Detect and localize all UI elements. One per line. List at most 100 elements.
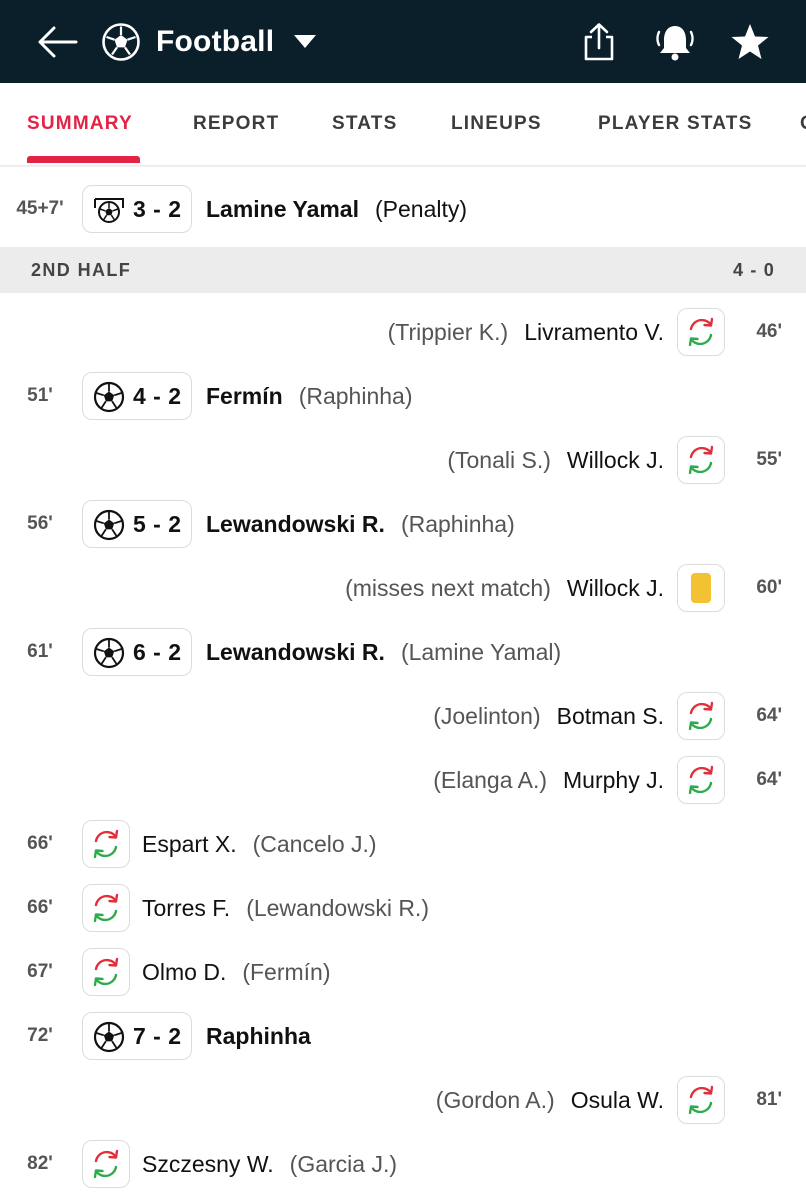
substitution-icon [93, 893, 119, 923]
sub-out-player: (Lewandowski R.) [246, 894, 429, 921]
soccer-ball-icon [102, 22, 140, 61]
event-row[interactable]: 66' Espart X. (Cancelo J.) [0, 812, 806, 876]
event-minute: 55' [756, 449, 782, 470]
event-text: Lewandowski R. (Raphinha) [206, 492, 515, 556]
event-row[interactable]: 72' 7 - 2 Raphinha [0, 1004, 806, 1068]
event-text: Lewandowski R. (Lamine Yamal) [206, 620, 561, 684]
goal-scorer[interactable]: Lewandowski R. [206, 639, 385, 666]
goal-scorer[interactable]: Fermín [206, 383, 283, 410]
substitution-badge [82, 1140, 130, 1188]
substitution-icon [93, 957, 119, 987]
substitution-badge [677, 692, 725, 740]
caret-down-icon [294, 34, 316, 48]
assist-player: (Raphinha) [298, 382, 413, 409]
goal-scorer[interactable]: Lewandowski R. [206, 511, 385, 538]
tab-player-stats[interactable]: PLAYER STATS [598, 83, 752, 165]
event-text: (Tonali S.) Willock J. [447, 428, 664, 492]
soccer-ball-icon [93, 1021, 125, 1053]
sport-title[interactable]: Football [156, 0, 274, 83]
star-icon [731, 23, 769, 59]
sub-in-player[interactable]: Botman S. [557, 703, 664, 730]
goal-score-badge: 3 - 2 [82, 185, 192, 233]
penalty-goal-icon [94, 198, 124, 223]
sub-in-player[interactable]: Willock J. [567, 447, 664, 474]
tab-lineups[interactable]: LINEUPS [451, 83, 542, 165]
event-text: (Trippier K.) Livramento V. [388, 300, 664, 364]
substitution-icon [93, 829, 119, 859]
booked-player[interactable]: Willock J. [567, 575, 664, 602]
sub-out-player: (Cancelo J.) [252, 830, 377, 857]
favorite-button[interactable] [724, 0, 776, 83]
sub-out-player: (Tonali S.) [447, 446, 551, 473]
sub-out-player: (Elanga A.) [433, 766, 548, 793]
event-text: Fermín (Raphinha) [206, 364, 412, 428]
sub-in-player[interactable]: Livramento V. [524, 319, 664, 346]
tab-stats[interactable]: STATS [332, 83, 397, 165]
back-button[interactable] [30, 0, 84, 83]
event-text: Lamine Yamal (Penalty) [206, 177, 467, 241]
match-tabs: SUMMARY REPORT STATS LINEUPS PLAYER STAT… [0, 83, 806, 167]
tab-report[interactable]: REPORT [193, 83, 279, 165]
substitution-badge [82, 948, 130, 996]
goal-score: 3 - 2 [133, 195, 182, 222]
sub-in-player[interactable]: Osula W. [571, 1087, 664, 1114]
event-row[interactable]: 56' 5 - 2 Lewandowski R. (Raphinha) [0, 492, 806, 556]
event-minute: 66' [27, 897, 53, 918]
event-minute: 64' [756, 769, 782, 790]
event-minute: 46' [756, 321, 782, 342]
event-row[interactable]: (Trippier K.) Livramento V. 46' [0, 300, 806, 364]
event-minute: 60' [756, 577, 782, 598]
event-row[interactable]: 66' Torres F. (Lewandowski R.) [0, 876, 806, 940]
soccer-ball-icon [93, 509, 125, 541]
event-minute: 45+7' [16, 198, 64, 219]
event-minute: 56' [27, 513, 53, 534]
event-text: Espart X. (Cancelo J.) [142, 812, 377, 876]
event-row[interactable]: (misses next match) Willock J. 60' [0, 556, 806, 620]
event-row[interactable]: (Elanga A.) Murphy J. 64' [0, 748, 806, 812]
event-row[interactable]: (Joelinton) Botman S. 64' [0, 684, 806, 748]
event-row[interactable]: 82' Szczesny W. (Garcia J.) [0, 1132, 806, 1196]
substitution-icon [688, 317, 714, 347]
goal-scorer[interactable]: Raphinha [206, 1023, 311, 1050]
event-row[interactable]: (Tonali S.) Willock J. 55' [0, 428, 806, 492]
tab-overflow[interactable]: O [800, 83, 806, 165]
event-text: Olmo D. (Fermín) [142, 940, 331, 1004]
yellow-card-badge [677, 564, 725, 612]
event-minute: 82' [27, 1153, 53, 1174]
event-row[interactable]: 51' 4 - 2 Fermín (Raphinha) [0, 364, 806, 428]
sport-selector-icon[interactable] [98, 0, 144, 83]
event-text: (misses next match) Willock J. [345, 556, 664, 620]
notifications-button[interactable] [648, 0, 702, 83]
event-row[interactable]: (Gordon A.) Osula W. 81' [0, 1068, 806, 1132]
sub-out-player: (Garcia J.) [289, 1150, 397, 1177]
soccer-ball-icon [93, 381, 125, 413]
sub-in-player[interactable]: Szczesny W. [142, 1151, 274, 1178]
sub-in-player[interactable]: Espart X. [142, 831, 237, 858]
sub-out-player: (Gordon A.) [435, 1086, 555, 1113]
goal-score-badge: 5 - 2 [82, 500, 192, 548]
goal-scorer[interactable]: Lamine Yamal [206, 196, 359, 223]
event-text: Raphinha [206, 1004, 311, 1068]
sub-in-player[interactable]: Murphy J. [563, 767, 664, 794]
substitution-badge [82, 884, 130, 932]
soccer-ball-icon [93, 637, 125, 669]
goal-score-badge: 6 - 2 [82, 628, 192, 676]
event-text: (Gordon A.) Osula W. [436, 1068, 664, 1132]
tab-summary[interactable]: SUMMARY [27, 83, 133, 165]
sub-in-player[interactable]: Olmo D. [142, 959, 226, 986]
event-minute: 64' [756, 705, 782, 726]
share-button[interactable] [572, 0, 626, 83]
top-app-bar: Football [0, 0, 806, 83]
event-row[interactable]: 61' 6 - 2 Lewandowski R. (Lamine Yamal) [0, 620, 806, 684]
substitution-badge [677, 436, 725, 484]
sub-in-player[interactable]: Torres F. [142, 895, 230, 922]
substitution-icon [688, 1085, 714, 1115]
assist-player: (Lamine Yamal) [400, 638, 562, 665]
event-row[interactable]: 45+7' 3 - 2 Lamine Yamal (Penalty) [0, 177, 806, 241]
event-minute: 67' [27, 961, 53, 982]
section-score: 4 - 0 [732, 259, 775, 280]
event-row[interactable]: 67' Olmo D. (Fermín) [0, 940, 806, 1004]
sport-dropdown[interactable] [290, 0, 320, 83]
event-minute: 61' [27, 641, 53, 662]
event-minute: 72' [27, 1025, 53, 1046]
